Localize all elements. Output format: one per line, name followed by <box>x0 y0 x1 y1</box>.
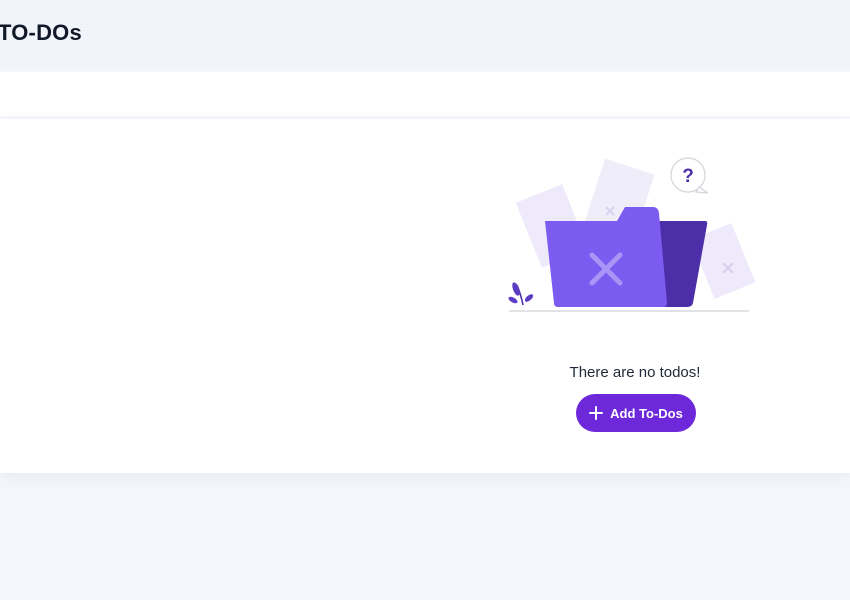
app-window: TO-DOs ? There are no todos! Add To-Dos <box>0 0 850 600</box>
add-todos-button[interactable]: Add To-Dos <box>576 394 696 432</box>
empty-folder-icon: ? <box>508 157 756 312</box>
page-title: TO-DOs <box>0 20 82 45</box>
plus-icon <box>589 406 604 420</box>
question-bubble-icon: ? <box>670 157 709 194</box>
top-header: TO-DOs <box>0 0 850 70</box>
svg-text:?: ? <box>682 166 694 187</box>
add-todos-label: Add To-Dos <box>610 405 683 421</box>
todo-list-card: ? There are no todos! Add To-Dos <box>0 119 850 473</box>
empty-message: There are no todos! <box>569 364 701 381</box>
toolbar-bar <box>0 72 850 116</box>
plant-icon <box>508 282 534 306</box>
empty-state: ? There are no todos! Add To-Dos <box>505 155 765 432</box>
